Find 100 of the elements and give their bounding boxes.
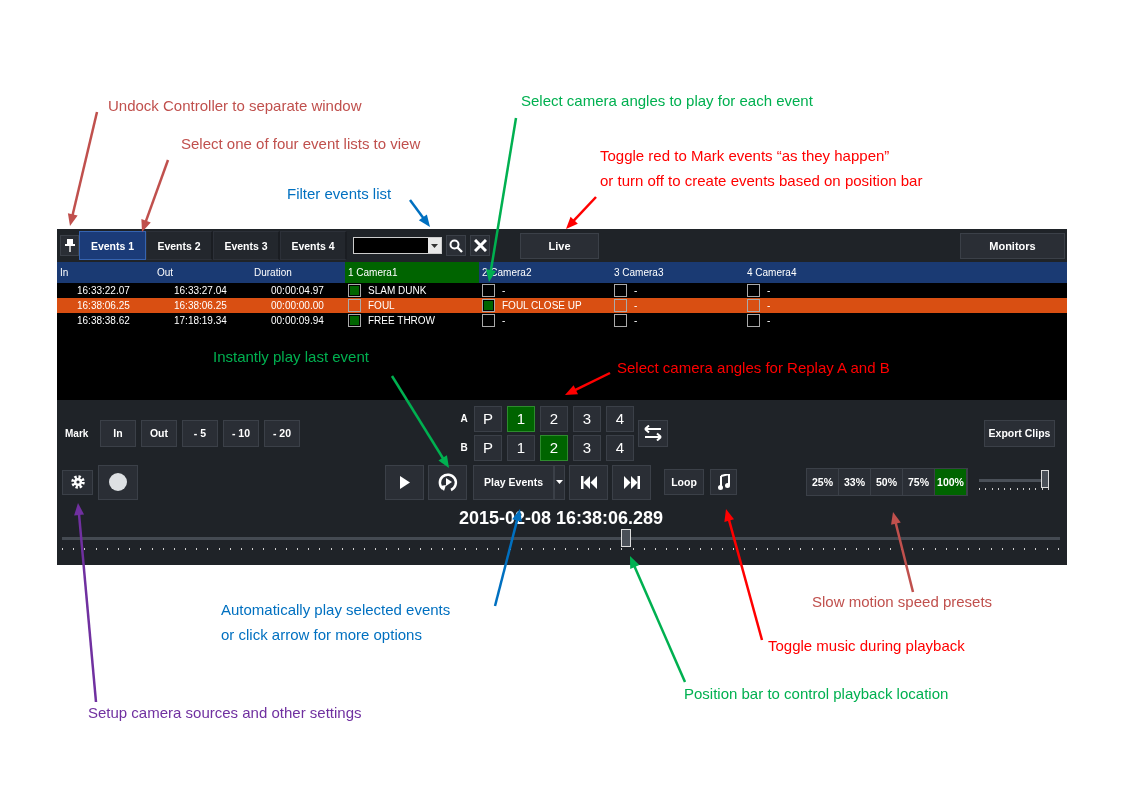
play-events-button[interactable]: Play Events	[473, 464, 554, 500]
caret-icon	[556, 480, 563, 484]
skip-forward-icon	[623, 475, 640, 489]
camera-checkbox[interactable]	[747, 314, 760, 327]
camera-clip-name: -	[634, 285, 638, 296]
annotation-text: Toggle red to Mark events “as they happen” or turn off to create events based on position bar	[600, 146, 923, 191]
previous-button[interactable]	[569, 464, 608, 500]
leader-arrow	[409, 199, 430, 227]
camera-angle-button[interactable]: P	[474, 405, 502, 432]
camera-angle-button[interactable]: P	[474, 434, 502, 461]
monitors-button[interactable]: Monitors	[960, 232, 1065, 259]
event-list-tab[interactable]: Events 3	[213, 231, 280, 260]
export-clips-button[interactable]: Export Clips	[984, 419, 1055, 447]
camera-checkbox[interactable]	[482, 314, 495, 327]
camera-clip-name: -	[767, 285, 771, 296]
pin-icon	[64, 239, 75, 252]
camera-angle-button[interactable]: 1	[507, 405, 535, 432]
speed-preset-button[interactable]: 50%	[871, 469, 903, 495]
event-list-tab[interactable]: Events 4	[280, 231, 347, 260]
undock-button[interactable]	[60, 235, 79, 256]
search-icon	[449, 238, 463, 253]
column-header: Out	[156, 266, 175, 280]
swap-button[interactable]	[638, 419, 668, 447]
close-icon	[473, 239, 487, 252]
filter-dropdown[interactable]	[353, 237, 442, 254]
play-options-button[interactable]	[554, 464, 565, 500]
settings-button[interactable]	[62, 469, 93, 495]
duration: 00:00:09.94	[270, 315, 325, 326]
next-button[interactable]	[612, 464, 651, 500]
mark-label: Mark	[65, 427, 90, 439]
live-button[interactable]: Live	[520, 232, 599, 259]
replay-last-button[interactable]	[428, 464, 467, 500]
play-icon	[399, 475, 410, 489]
event-row[interactable]: 16:33:22.07 16:33:27.04 00:00:04.97 SLAM DUNK - - -	[57, 283, 1067, 298]
camera-angle-button[interactable]: 4	[606, 434, 634, 461]
record-button[interactable]	[98, 464, 138, 500]
camera-checkbox[interactable]	[348, 299, 361, 312]
annotation-text: Select one of four event lists to view	[181, 134, 421, 154]
in-time: 16:38:06.25	[76, 300, 131, 311]
clear-filter-button[interactable]	[470, 235, 490, 256]
camera-checkbox[interactable]	[482, 299, 495, 312]
in-time: 16:38:38.62	[76, 315, 131, 326]
position-bar-thumb[interactable]	[620, 529, 631, 547]
camera-angle-button[interactable]: 2	[540, 434, 568, 461]
camera-clip-name: FREE THROW	[368, 315, 436, 326]
camera-clip-name: -	[767, 300, 771, 311]
camera-checkbox[interactable]	[747, 284, 760, 297]
mark-button[interactable]: - 5	[182, 419, 218, 447]
event-row[interactable]: 16:38:06.25 16:38:06.25 00:00:00.00 FOUL FOUL CLOSE UP - -	[57, 298, 1067, 313]
column-header: In	[59, 266, 70, 280]
annotation-text: Position bar to control playback location	[684, 684, 949, 704]
event-list-tab[interactable]: Events 2	[146, 231, 213, 260]
camera-checkbox[interactable]	[348, 284, 361, 297]
annotation-text: Select camera angles to play for each event	[521, 91, 813, 111]
camera-checkbox[interactable]	[747, 299, 760, 312]
camera-clip-name: -	[634, 300, 638, 311]
camera-clip-name: FOUL CLOSE UP	[502, 300, 582, 311]
column-header: Duration	[253, 266, 293, 280]
annotation-text: Filter events list	[287, 184, 392, 204]
speed-preset-button[interactable]: 33%	[839, 469, 871, 495]
event-row[interactable]: 16:38:38.62 17:18:19.34 00:00:09.94 FREE THROW - - -	[57, 313, 1067, 328]
replay-label: A	[459, 413, 469, 424]
camera-checkbox[interactable]	[614, 284, 627, 297]
duration: 00:00:04.97	[270, 285, 325, 296]
camera-checkbox[interactable]	[348, 314, 361, 327]
camera-angle-button[interactable]: 3	[573, 434, 601, 461]
out-time: 17:18:19.34	[173, 315, 228, 326]
mark-button[interactable]: - 10	[223, 419, 259, 447]
camera-angle-button[interactable]: 4	[606, 405, 634, 432]
circle-icon	[109, 473, 127, 491]
replay-icon	[436, 471, 459, 493]
speed-slider-thumb[interactable]	[1041, 469, 1049, 488]
mark-button[interactable]: Out	[141, 419, 177, 447]
camera-clip-name: -	[767, 315, 771, 326]
speed-preset-button[interactable]: 75%	[903, 469, 935, 495]
annotation-text: Automatically play selected events or click arrow for more options	[221, 600, 451, 645]
annotation-text: Instantly play last event	[213, 347, 369, 367]
caret-icon	[431, 243, 438, 248]
mark-button[interactable]: In	[100, 419, 136, 447]
search-button[interactable]	[446, 235, 466, 256]
column-header: 3 Camera3	[613, 266, 665, 280]
camera-checkbox[interactable]	[614, 314, 627, 327]
column-header: 4 Camera4	[746, 266, 798, 280]
speed-preset-button[interactable]: 25%	[807, 469, 839, 495]
camera-angle-button[interactable]: 1	[507, 434, 535, 461]
out-time: 16:38:06.25	[173, 300, 228, 311]
camera-angle-button[interactable]: 2	[540, 405, 568, 432]
camera-angle-button[interactable]: 3	[573, 405, 601, 432]
leader-arrow	[566, 196, 597, 229]
loop-button[interactable]: Loop	[664, 469, 704, 495]
play-button[interactable]	[385, 464, 424, 500]
event-list-tab[interactable]: Events 1	[79, 231, 146, 260]
annotation-text: Slow motion speed presets	[812, 592, 993, 612]
skip-back-icon	[580, 475, 597, 489]
camera-checkbox[interactable]	[614, 299, 627, 312]
mark-button[interactable]: - 20	[264, 419, 300, 447]
annotation-text: Select camera angles for Replay A and B	[617, 358, 890, 378]
music-button[interactable]	[710, 469, 737, 495]
speed-preset-button[interactable]: 100%	[935, 469, 967, 495]
camera-checkbox[interactable]	[482, 284, 495, 297]
